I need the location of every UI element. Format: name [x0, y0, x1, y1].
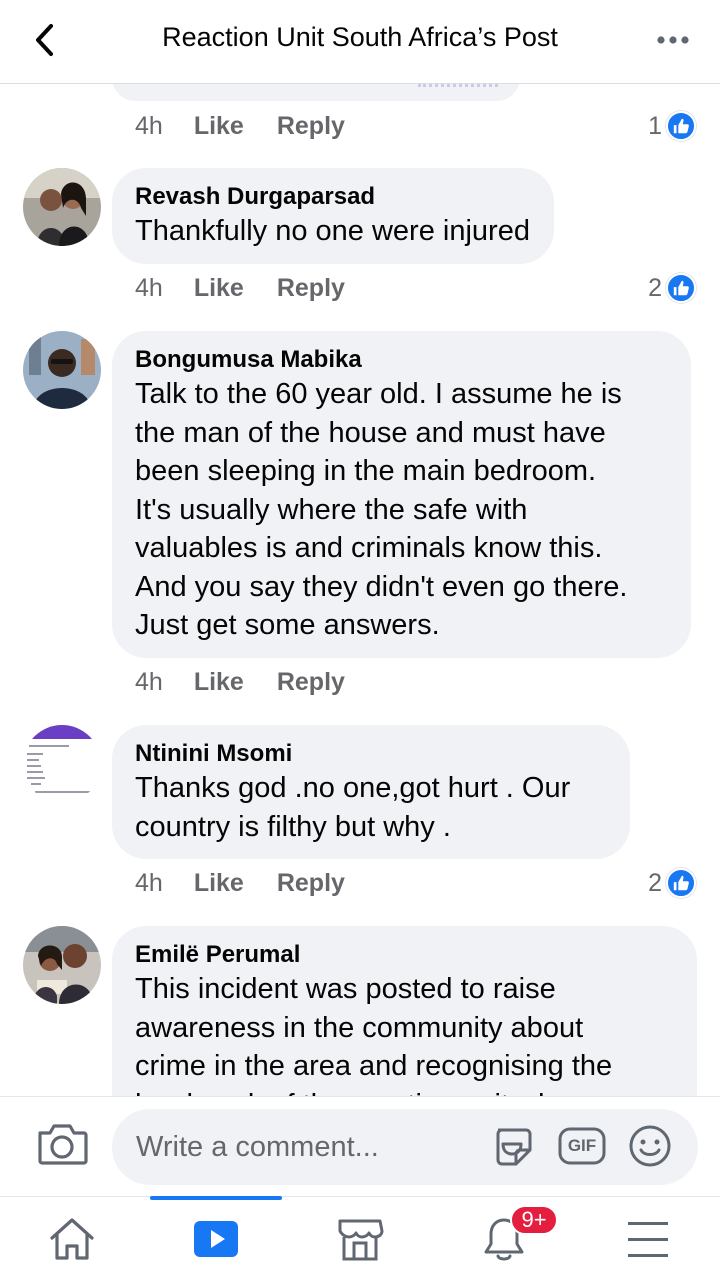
reaction-count-value: 2 [648, 868, 662, 897]
comment-bubble[interactable]: Emilë Perumal This incident was posted t… [112, 926, 697, 1096]
comment-text: Talk to the 60 year old. I assume he is … [135, 378, 628, 641]
comment-time: 4h [135, 667, 163, 696]
thumbs-up-icon [666, 273, 696, 303]
tab-watch[interactable] [144, 1197, 288, 1280]
emoji-button[interactable] [627, 1123, 673, 1169]
comment-actions: 4h Like Reply [135, 865, 345, 901]
thumbs-up-icon [666, 111, 696, 141]
marketplace-icon [338, 1219, 384, 1261]
camera-icon [38, 1124, 88, 1165]
comment-bubble[interactable]: Bongumusa Mabika Talk to the 60 year old… [112, 331, 691, 658]
notification-badge: 9+ [510, 1205, 558, 1235]
comment-author[interactable]: Revash Durgaparsad [135, 182, 530, 212]
menu-icon [628, 1222, 668, 1257]
reply-button[interactable]: Reply [277, 668, 345, 697]
home-icon [50, 1218, 94, 1260]
comment-author[interactable]: Ntinini Msomi [135, 739, 606, 769]
comment-text: Thankfully no one were injured [135, 215, 530, 247]
emoji-icon [629, 1125, 671, 1167]
reaction-count-value: 1 [648, 111, 662, 140]
comment-author[interactable]: Emilë Perumal [135, 940, 673, 970]
avatar[interactable] [23, 926, 101, 1004]
tab-marketplace[interactable] [288, 1197, 432, 1280]
comment-composer: GIF [0, 1096, 720, 1196]
thumbs-up-icon [666, 868, 696, 898]
more-options-button[interactable] [648, 20, 698, 60]
comment-input[interactable] [112, 1109, 698, 1185]
comment-bubble[interactable]: Revash Durgaparsad Thankfully no one wer… [112, 168, 554, 264]
tab-menu[interactable] [576, 1197, 720, 1280]
comment-time: 4h [135, 273, 163, 302]
like-button[interactable]: Like [194, 668, 244, 697]
reply-button[interactable]: Reply [277, 274, 345, 303]
avatar[interactable] [23, 168, 101, 246]
more-horizontal-icon [657, 36, 689, 44]
like-button[interactable]: Like [194, 112, 244, 141]
comment-bubble[interactable]: Ntinini Msomi Thanks god .no one,got hur… [112, 725, 630, 859]
comment-text: Thanks god .no one,got hurt . Our countr… [135, 772, 571, 843]
reaction-count[interactable]: 1 [648, 108, 696, 144]
sticker-icon [496, 1128, 532, 1166]
comment-bubble-partial [112, 84, 520, 101]
avatar[interactable] [23, 725, 101, 803]
comments-feed[interactable]: 4h Like Reply 1 Revash Durgaparsad Thank… [0, 84, 720, 1096]
camera-button[interactable] [36, 1121, 88, 1167]
comment-time: 4h [135, 868, 163, 897]
like-button[interactable]: Like [194, 274, 244, 303]
reply-button[interactable]: Reply [277, 112, 345, 141]
comment-actions: 4h Like Reply [135, 664, 345, 700]
reaction-count-value: 2 [648, 273, 662, 302]
comment-text: This incident was posted to raise awaren… [135, 973, 613, 1096]
page-title: Reaction Unit South Africa’s Post [162, 22, 558, 52]
like-button[interactable]: Like [194, 869, 244, 898]
reaction-count[interactable]: 2 [648, 865, 696, 901]
comment-time: 4h [135, 111, 163, 140]
gif-button[interactable]: GIF [558, 1123, 606, 1169]
tab-home[interactable] [0, 1197, 144, 1280]
comment-actions: 4h Like Reply [135, 270, 345, 306]
sticker-button[interactable] [489, 1123, 535, 1169]
comment-author[interactable]: Bongumusa Mabika [135, 345, 667, 375]
reply-button[interactable]: Reply [277, 869, 345, 898]
reaction-count[interactable]: 2 [648, 270, 696, 306]
comment-actions: 4h Like Reply [135, 108, 345, 144]
watch-icon [194, 1221, 238, 1257]
top-bar: Reaction Unit South Africa’s Post [0, 0, 720, 84]
bottom-navigation: 9+ [0, 1196, 720, 1280]
gif-label: GIF [567, 1136, 597, 1155]
avatar[interactable] [23, 331, 101, 409]
